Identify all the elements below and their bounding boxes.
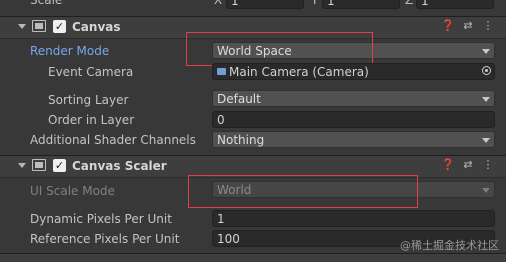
- render-mode-label: Render Mode: [30, 44, 110, 58]
- scale-x-label: X: [214, 0, 223, 7]
- sorting-layer-value: Default: [217, 92, 261, 106]
- chevron-down-icon: [482, 97, 490, 102]
- help-icon[interactable]: ❓: [441, 19, 455, 33]
- shader-channels-dropdown[interactable]: Nothing: [212, 131, 495, 148]
- scale-y-label: Y: [311, 0, 319, 7]
- shader-channels-value: Nothing: [217, 133, 265, 147]
- sorting-layer-dropdown[interactable]: Default: [212, 90, 495, 107]
- help-icon[interactable]: ❓: [441, 158, 455, 172]
- chevron-down-icon: [482, 188, 490, 193]
- reference-pixels-label: Reference Pixels Per Unit: [30, 232, 180, 246]
- sorting-layer-label: Sorting Layer: [48, 93, 129, 107]
- transform-scale-row: Scale X 1 Y 1 Z 1: [0, 0, 506, 9]
- canvas-scaler-title: Canvas Scaler: [72, 159, 167, 173]
- canvas-enabled-checkbox[interactable]: ✓: [53, 20, 66, 33]
- more-icon[interactable]: ⋮: [481, 158, 495, 172]
- object-picker-icon[interactable]: [482, 66, 491, 75]
- ui-scale-mode-label: UI Scale Mode: [30, 184, 115, 198]
- canvas-component-icon: [32, 20, 46, 32]
- preset-icon[interactable]: ⇄: [461, 158, 475, 172]
- canvas-scaler-icon: [32, 159, 46, 171]
- fold-arrow-icon[interactable]: [18, 24, 26, 29]
- watermark-text: @稀土掘金技术社区: [400, 239, 499, 252]
- highlight-box-ui-scale-mode: [188, 175, 418, 208]
- order-in-layer-input[interactable]: 0: [212, 111, 495, 128]
- camera-object-icon: [217, 68, 226, 75]
- scale-label: Scale: [30, 0, 63, 7]
- scale-z-input[interactable]: 1: [416, 0, 494, 9]
- scale-x-input[interactable]: 1: [226, 0, 304, 9]
- highlight-box-render-mode: [186, 32, 373, 66]
- chevron-down-icon: [482, 138, 490, 143]
- dynamic-pixels-input[interactable]: 1: [212, 210, 495, 227]
- chevron-down-icon: [482, 49, 490, 54]
- event-camera-value: Main Camera (Camera): [229, 65, 369, 79]
- more-icon[interactable]: ⋮: [481, 19, 495, 33]
- canvas-scaler-enabled-checkbox[interactable]: ✓: [53, 159, 66, 172]
- canvas-title: Canvas: [72, 20, 121, 34]
- event-camera-field[interactable]: Main Camera (Camera): [212, 63, 495, 80]
- dynamic-pixels-label: Dynamic Pixels Per Unit: [30, 212, 172, 226]
- scale-y-input[interactable]: 1: [322, 0, 400, 9]
- preset-icon[interactable]: ⇄: [461, 19, 475, 33]
- scale-z-label: Z: [405, 0, 414, 7]
- fold-arrow-icon[interactable]: [18, 163, 26, 168]
- shader-channels-label: Additional Shader Channels: [30, 133, 196, 147]
- order-in-layer-label: Order in Layer: [48, 113, 135, 127]
- event-camera-label: Event Camera: [48, 65, 134, 79]
